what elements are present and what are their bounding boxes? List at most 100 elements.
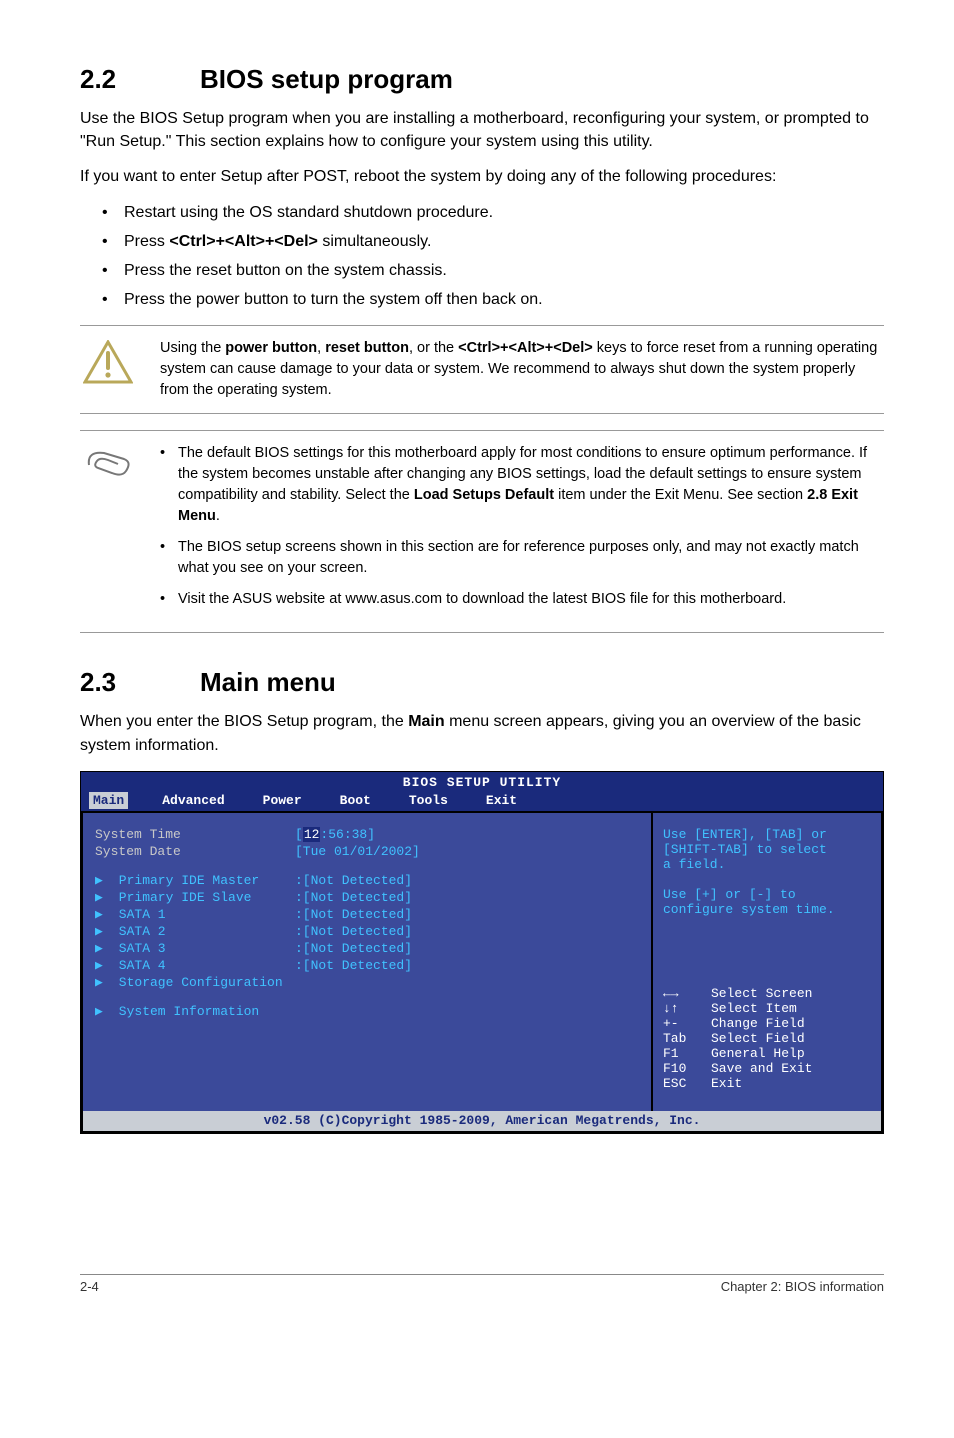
bios-tab-boot[interactable]: Boot <box>336 792 375 809</box>
paperclip-note-icon <box>80 443 136 620</box>
bios-value-sub: :[Not Detected] <box>295 941 412 956</box>
warn-bold-1: power button <box>225 340 317 356</box>
bios-footer: v02.58 (C)Copyright 1985-2009, American … <box>81 1111 883 1133</box>
bios-tab-bar: Main Advanced Power Boot Tools Exit <box>81 792 883 811</box>
bios-key-code: ESC <box>663 1076 711 1091</box>
bios-row-sub[interactable]: ▶ SATA 4 :[Not Detected] <box>95 958 639 973</box>
bios-key-code: Tab <box>663 1031 711 1046</box>
bios-value-sub: :[Not Detected] <box>295 907 412 922</box>
bios-key-code: ↓↑ <box>663 1001 711 1016</box>
chapter-label: Chapter 2: BIOS information <box>721 1279 884 1294</box>
bios-help-text: Use [ENTER], [TAB] or [SHIFT-TAB] to sel… <box>663 827 871 917</box>
bullet-3: Press the reset button on the system cha… <box>80 259 884 282</box>
section-2-2-paragraph-1: Use the BIOS Setup program when you are … <box>80 107 884 153</box>
section-2-3-number: 2.3 <box>80 667 200 698</box>
bios-row-sub[interactable]: ▶ System Information <box>95 1004 639 1019</box>
bios-label-sub: ▶ Storage Configuration <box>95 975 295 990</box>
bios-key-desc: Select Screen <box>711 986 812 1001</box>
bios-value-system-time: [12:56:38] <box>295 827 375 842</box>
right-triangle-icon: ▶ <box>95 975 111 990</box>
bios-value-sub: :[Not Detected] <box>295 958 412 973</box>
bullet-4: Press the power button to turn the syste… <box>80 288 884 311</box>
bios-label-text: SATA 2 <box>111 924 166 939</box>
warn-bold-3: <Ctrl>+<Alt>+<Del> <box>458 340 593 356</box>
section-2-2-bullets: Restart using the OS standard shutdown p… <box>80 201 884 312</box>
s23-p1-bold: Main <box>408 713 444 730</box>
bios-label-system-date: System Date <box>95 844 295 859</box>
bios-left-panel: System Time [12:56:38] System Date [Tue … <box>81 811 653 1111</box>
time-pre: [ <box>295 827 303 842</box>
warning-text: Using the power button, reset button, or… <box>160 338 884 401</box>
s23-p1-pre: When you enter the BIOS Setup program, t… <box>80 713 408 730</box>
bios-label-text: Primary IDE Master <box>111 873 259 888</box>
bios-key-legend: ←→Select Screen↓↑Select Item+-Change Fie… <box>663 986 871 1091</box>
bios-tab-power[interactable]: Power <box>259 792 306 809</box>
bios-key-row: F1General Help <box>663 1046 871 1061</box>
section-2-2-number: 2.2 <box>80 64 200 95</box>
bios-label-system-time: System Time <box>95 827 295 842</box>
warn-mid-2: , or the <box>409 340 458 356</box>
right-triangle-icon: ▶ <box>95 1004 111 1019</box>
page-number: 2-4 <box>80 1279 99 1294</box>
note1-mid: item under the Exit Menu. See section <box>554 487 807 503</box>
bios-key-row: F10Save and Exit <box>663 1061 871 1076</box>
bios-screenshot: BIOS SETUP UTILITY Main Advanced Power B… <box>80 771 884 1134</box>
note-item-3: Visit the ASUS website at www.asus.com t… <box>160 589 884 610</box>
bullet-2: Press <Ctrl>+<Alt>+<Del> simultaneously. <box>80 230 884 253</box>
bios-value-sub: :[Not Detected] <box>295 924 412 939</box>
right-triangle-icon: ▶ <box>95 958 111 973</box>
bullet-1: Restart using the OS standard shutdown p… <box>80 201 884 224</box>
section-2-3-heading: 2.3Main menu <box>80 667 884 698</box>
bios-key-row: ←→Select Screen <box>663 986 871 1001</box>
bios-label-sub: ▶ Primary IDE Master <box>95 873 295 888</box>
bios-row-system-date[interactable]: System Date [Tue 01/01/2002] <box>95 844 639 859</box>
bios-row-sub[interactable]: ▶ SATA 2:[Not Detected] <box>95 924 639 939</box>
bullet-2-post: simultaneously. <box>318 233 432 250</box>
bios-row-sub[interactable]: ▶ SATA 3:[Not Detected] <box>95 941 639 956</box>
bios-label-text: SATA 4 <box>111 958 166 973</box>
bios-title: BIOS SETUP UTILITY <box>81 772 883 792</box>
bios-key-code: F1 <box>663 1046 711 1061</box>
bios-label-sub: ▶ Primary IDE Slave <box>95 890 295 905</box>
bios-row-sub[interactable]: ▶ Primary IDE Slave:[Not Detected] <box>95 890 639 905</box>
bios-row-sub[interactable]: ▶ Storage Configuration <box>95 975 639 990</box>
bios-key-row: ESCExit <box>663 1076 871 1091</box>
bios-key-desc: General Help <box>711 1046 805 1061</box>
bios-key-desc: Select Field <box>711 1031 805 1046</box>
warn-bold-2: reset button <box>325 340 409 356</box>
right-triangle-icon: ▶ <box>95 890 111 905</box>
bios-label-sub: ▶ SATA 1 <box>95 907 295 922</box>
bios-key-row: ↓↑Select Item <box>663 1001 871 1016</box>
bios-row-system-time[interactable]: System Time [12:56:38] <box>95 827 639 842</box>
bios-tab-tools[interactable]: Tools <box>405 792 452 809</box>
bios-tab-main[interactable]: Main <box>89 792 128 809</box>
bios-key-desc: Save and Exit <box>711 1061 812 1076</box>
bios-right-panel: Use [ENTER], [TAB] or [SHIFT-TAB] to sel… <box>653 811 883 1111</box>
bios-key-code: +- <box>663 1016 711 1031</box>
section-2-2-paragraph-2: If you want to enter Setup after POST, r… <box>80 165 884 188</box>
warn-pre: Using the <box>160 340 225 356</box>
section-2-3-paragraph-1: When you enter the BIOS Setup program, t… <box>80 710 884 756</box>
bios-row-sub[interactable]: ▶ Primary IDE Master:[Not Detected] <box>95 873 639 888</box>
bios-label-sub: ▶ SATA 2 <box>95 924 295 939</box>
bios-row-sub[interactable]: ▶ SATA 1:[Not Detected] <box>95 907 639 922</box>
section-2-2-title: BIOS setup program <box>200 64 453 94</box>
bullet-2-pre: Press <box>124 233 169 250</box>
bios-tab-advanced[interactable]: Advanced <box>158 792 228 809</box>
note1-bold-1: Load Setups Default <box>414 487 554 503</box>
bios-label-text: Primary IDE Slave <box>111 890 251 905</box>
bios-value-sub: :[Not Detected] <box>295 873 412 888</box>
bullet-2-bold: <Ctrl>+<Alt>+<Del> <box>169 233 318 250</box>
bios-label-text: SATA 3 <box>111 941 166 956</box>
note1-post: . <box>216 508 220 524</box>
warning-callout: Using the power button, reset button, or… <box>80 325 884 414</box>
bios-key-desc: Select Item <box>711 1001 797 1016</box>
time-post: :56:38] <box>320 827 375 842</box>
bios-value-system-date: [Tue 01/01/2002] <box>295 844 420 859</box>
time-highlight: 12 <box>303 827 321 842</box>
note-callout: The default BIOS settings for this mothe… <box>80 430 884 633</box>
bios-label-sub: ▶ System Information <box>95 1004 295 1019</box>
bios-tab-exit[interactable]: Exit <box>482 792 521 809</box>
section-2-2-heading: 2.2BIOS setup program <box>80 64 884 95</box>
warn-mid-1: , <box>317 340 325 356</box>
